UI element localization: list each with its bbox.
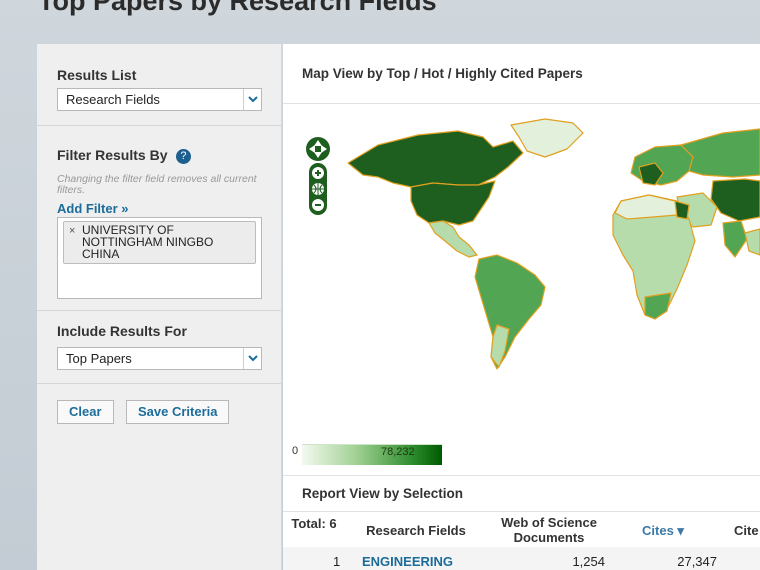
filter-note: Changing the filter field removes all cu…	[57, 173, 257, 196]
region-china	[710, 178, 760, 222]
region-se-asia	[744, 228, 760, 256]
zoom-in-icon[interactable]	[312, 167, 324, 179]
region-canada	[347, 130, 524, 188]
active-filters-box: × UNIVERSITY OF NOTTINGHAM NINGBO CHINA	[57, 217, 262, 299]
filter-section: Filter Results By ? Changing the filter …	[37, 126, 281, 311]
legend-min-label: 0	[292, 445, 299, 457]
criteria-buttons: Clear Save Criteria	[37, 384, 281, 424]
region-south-africa	[644, 292, 672, 320]
include-label: Include Results For	[57, 323, 187, 339]
region-europe	[630, 144, 694, 186]
clear-button[interactable]: Clear	[57, 400, 114, 424]
row-rank: 1	[333, 554, 341, 569]
world-map-svg[interactable]	[283, 105, 760, 440]
col-cites-per-paper[interactable]: Cite	[734, 523, 760, 538]
map-title: Map View by Top / Hot / Highly Cited Pap…	[283, 44, 760, 104]
row-field-link[interactable]: ENGINEERING	[362, 554, 453, 569]
add-filter-link[interactable]: Add Filter »	[57, 201, 261, 216]
include-section: Include Results For Top Papers	[37, 311, 281, 384]
save-criteria-button[interactable]: Save Criteria	[125, 400, 230, 424]
filter-chip: × UNIVERSITY OF NOTTINGHAM NINGBO CHINA	[63, 221, 256, 264]
map-pan-control[interactable]	[306, 137, 330, 161]
filter-sidebar: Results List Research Fields Filter Resu…	[37, 44, 282, 570]
page-title: Top Papers by Research Fields	[38, 0, 437, 16]
remove-filter-icon[interactable]: ×	[69, 225, 75, 237]
filter-label: Filter Results By	[57, 147, 168, 163]
col-research-fields[interactable]: Research Fields	[361, 523, 471, 538]
results-list-label: Results List	[57, 67, 137, 83]
results-list-select[interactable]: Research Fields	[57, 88, 262, 111]
legend-gradient	[302, 444, 442, 465]
region-usa	[410, 180, 496, 226]
row-docs: 1,254	[572, 554, 605, 569]
filter-chip-label: UNIVERSITY OF NOTTINGHAM NINGBO CHINA	[82, 223, 214, 261]
main-panel: Map View by Top / Hot / Highly Cited Pap…	[283, 44, 760, 570]
region-south-america	[474, 254, 546, 370]
col-total: Total: 6	[291, 516, 337, 531]
zoom-out-icon[interactable]	[312, 199, 324, 211]
report-title: Report View by Selection	[283, 475, 760, 512]
table-row: 1 ENGINEERING 1,254 27,347	[283, 547, 760, 570]
chevron-down-icon	[243, 89, 261, 110]
row-cites: 27,347	[677, 554, 717, 569]
region-mexico	[428, 220, 478, 258]
include-value: Top Papers	[66, 351, 132, 366]
world-map[interactable]: 0 78,232	[283, 105, 760, 474]
region-russia	[680, 128, 760, 178]
region-india	[722, 220, 748, 258]
col-cites-sort[interactable]: Cites ▾	[628, 523, 698, 538]
results-list-section: Results List Research Fields	[37, 44, 281, 126]
globe-icon[interactable]	[312, 183, 324, 195]
include-select[interactable]: Top Papers	[57, 347, 262, 370]
chevron-down-icon	[243, 348, 261, 369]
col-wos-documents[interactable]: Web of Science Documents	[489, 515, 609, 545]
results-list-value: Research Fields	[66, 92, 160, 107]
legend-max-label: 78,232	[381, 446, 415, 458]
help-icon[interactable]: ?	[175, 149, 191, 164]
